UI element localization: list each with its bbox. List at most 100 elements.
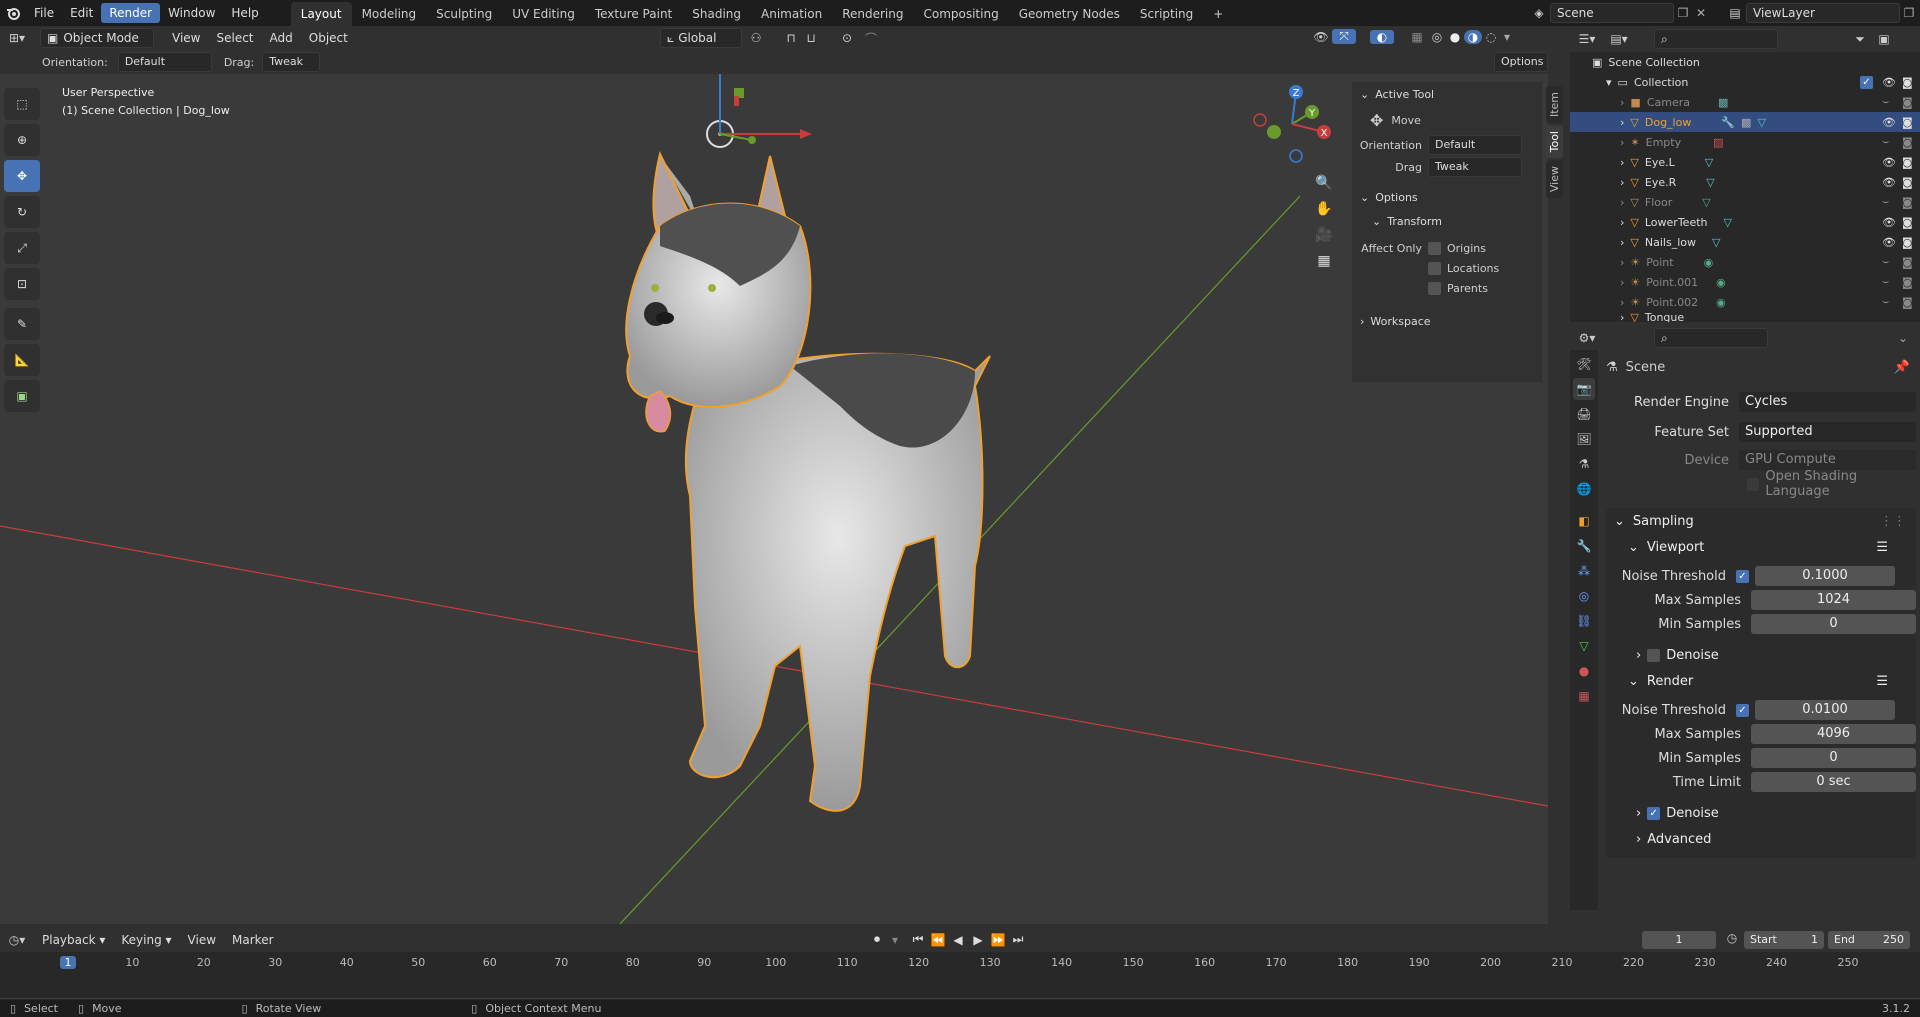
render-subheader[interactable]: ⌄ Render ☰ — [1606, 668, 1916, 694]
particles-tab-icon[interactable]: ⁂ — [1573, 560, 1595, 582]
tab-geometry-nodes[interactable]: Geometry Nodes — [1009, 2, 1130, 26]
tree-row-scene-collection[interactable]: ▣ Scene Collection — [1570, 52, 1920, 72]
material-preview-icon[interactable]: ◑ — [1464, 29, 1482, 44]
eye-closed-icon[interactable]: ⌣ — [1882, 95, 1889, 109]
render-denoise-checkbox[interactable]: ✓ — [1647, 806, 1661, 820]
tree-row-collection[interactable]: ▾ ▭ Collection ✓ 👁 ◙ — [1570, 72, 1920, 92]
camera-render-icon[interactable]: ◙ — [1902, 116, 1913, 129]
eye-icon[interactable]: 👁 — [1882, 116, 1896, 129]
pan-hand-icon[interactable]: ✋ — [1312, 196, 1336, 222]
play-reverse-icon[interactable]: ◀ — [948, 933, 968, 947]
origins-checkbox[interactable] — [1428, 241, 1441, 255]
new-collection-icon[interactable]: ▣ — [1872, 32, 1896, 46]
render-time-limit-field[interactable]: 0 sec — [1751, 772, 1916, 792]
tab-texture-paint[interactable]: Texture Paint — [585, 2, 682, 26]
modifier-tab-icon[interactable]: 🔧 — [1573, 535, 1595, 557]
chevron-down-icon[interactable]: ⌄ — [1898, 331, 1908, 345]
object-tab-icon[interactable]: ◧ — [1573, 510, 1595, 532]
properties-search-input[interactable]: ⌕ — [1654, 328, 1768, 348]
pin-icon[interactable]: 📌 — [1894, 360, 1910, 375]
tab-shading[interactable]: Shading — [682, 2, 751, 26]
transform-tool[interactable]: ⊡ — [4, 268, 40, 300]
tree-row-point[interactable]: › ☀ Point ◉ ⌣ ◙ — [1570, 252, 1920, 272]
eye-closed-icon[interactable]: ⌣ — [1882, 195, 1889, 209]
camera-render-icon[interactable]: ◙ — [1902, 296, 1913, 309]
scale-tool[interactable]: ⤢ — [4, 232, 40, 264]
eye-icon[interactable]: 👁 — [1882, 236, 1896, 249]
feature-set-dropdown[interactable]: Supported — [1739, 422, 1916, 442]
rendered-shading-icon[interactable]: ◌ — [1482, 30, 1500, 44]
dog-model[interactable] — [625, 151, 991, 812]
view-layer-tab-icon[interactable]: 🖼 — [1573, 428, 1595, 450]
current-frame-field[interactable]: 1 — [1642, 931, 1716, 949]
menu-render[interactable]: Render — [101, 3, 161, 23]
mode-dropdown[interactable]: ▣ Object Mode — [40, 28, 154, 48]
menu-marker[interactable]: Marker — [224, 930, 281, 950]
camera-render-icon[interactable]: ◙ — [1902, 276, 1913, 289]
rotate-tool[interactable]: ↻ — [4, 196, 40, 228]
editor-type-icon[interactable]: ☰▾ — [1570, 32, 1604, 46]
frame-end-field[interactable]: End 250 — [1828, 931, 1910, 949]
object-data-tab-icon[interactable]: ▽ — [1573, 635, 1595, 657]
eye-icon[interactable]: 👁 — [1882, 216, 1896, 229]
tree-row-camera[interactable]: › ■ Camera ▩ ⌣ ◙ — [1570, 92, 1920, 112]
tool-drag-dropdown[interactable]: Tweak — [262, 52, 321, 72]
tree-row-floor[interactable]: › ▽ Floor ▽ ⌣ ◙ — [1570, 192, 1920, 212]
jump-keyframe-back-icon[interactable]: ⏪ — [928, 933, 948, 947]
camera-render-icon[interactable]: ◙ — [1902, 196, 1913, 209]
npanel-orientation-dropdown[interactable]: Default — [1428, 135, 1522, 155]
record-options-icon[interactable]: ▾ — [888, 933, 902, 947]
close-icon[interactable]: ✕ — [1692, 6, 1710, 20]
display-mode-icon[interactable]: ▤▾ — [1604, 32, 1634, 46]
jump-start-icon[interactable]: ⏮ — [908, 932, 928, 947]
scene-icon[interactable]: ◈ — [1528, 6, 1550, 20]
eye-icon[interactable]: 👁 — [1882, 76, 1896, 89]
blender-logo-icon[interactable] — [0, 6, 26, 20]
editor-type-icon[interactable]: ⊞▾ — [0, 31, 34, 45]
menu-playback[interactable]: Playback ▾ — [34, 930, 113, 950]
navigation-gizmo[interactable]: Z Y X — [1252, 84, 1332, 164]
render-engine-dropdown[interactable]: Cycles — [1739, 392, 1916, 412]
overlays-toggle-icon[interactable]: ◐ — [1370, 29, 1394, 44]
eye-icon[interactable]: 👁 — [1882, 176, 1896, 189]
preview-range-icon[interactable]: ◷ — [1724, 931, 1740, 945]
menu-add[interactable]: Add — [262, 28, 301, 48]
add-workspace-icon[interactable]: + — [1203, 2, 1233, 26]
copy-icon[interactable]: ❐ — [1900, 6, 1918, 20]
measure-tool[interactable]: 📐 — [4, 344, 40, 376]
jump-end-icon[interactable]: ⏭ — [1008, 932, 1028, 947]
menu-timeline-view[interactable]: View — [180, 930, 224, 950]
sampling-header[interactable]: ⌄ Sampling ⋮⋮ — [1606, 508, 1916, 534]
camera-render-icon[interactable]: ◙ — [1902, 176, 1913, 189]
tab-item[interactable]: Item — [1546, 86, 1563, 124]
menu-file[interactable]: File — [26, 3, 62, 23]
tab-layout[interactable]: Layout — [290, 2, 352, 26]
advanced-subheader[interactable]: › Advanced — [1606, 826, 1916, 852]
tab-scripting[interactable]: Scripting — [1130, 2, 1203, 26]
play-icon[interactable]: ▶ — [968, 933, 988, 947]
falloff-icon[interactable]: ⌒ — [860, 30, 882, 47]
camera-render-icon[interactable]: ◙ — [1902, 236, 1913, 249]
tab-uv-editing[interactable]: UV Editing — [502, 2, 585, 26]
tab-modeling[interactable]: Modeling — [352, 2, 427, 26]
camera-render-icon[interactable]: ◙ — [1902, 156, 1913, 169]
menu-window[interactable]: Window — [160, 3, 223, 23]
scene-name-field[interactable]: Scene — [1550, 3, 1674, 23]
parents-checkbox[interactable] — [1428, 281, 1441, 295]
render-noise-threshold-field[interactable]: 0.0100 — [1755, 700, 1895, 720]
orthographic-grid-icon[interactable]: ▦ — [1312, 248, 1336, 274]
tree-row-point-001[interactable]: › ☀ Point.001 ◉ ⌣ ◙ — [1570, 272, 1920, 292]
osl-checkbox[interactable] — [1747, 477, 1760, 491]
eye-closed-icon[interactable]: ⌣ — [1882, 135, 1889, 149]
menu-view[interactable]: View — [164, 28, 208, 48]
record-icon[interactable]: ⏺ — [866, 932, 888, 947]
tree-row-empty[interactable]: › ✶ Empty ▨ ⌣ ◙ — [1570, 132, 1920, 152]
move-tool[interactable]: ✥ — [4, 160, 40, 192]
camera-render-icon[interactable]: ◙ — [1902, 136, 1913, 149]
drag-handle-icon[interactable]: ⋮⋮ — [1880, 514, 1906, 529]
pivot-point-icon[interactable]: ⚇ — [745, 31, 767, 45]
viewport-subheader[interactable]: ⌄ Viewport ☰ — [1606, 534, 1916, 560]
tab-compositing[interactable]: Compositing — [913, 2, 1008, 26]
timeline-frames[interactable]: 1 10 20 30 40 50 60 70 80 90 100 110 120 130 140 150 160… — [0, 952, 1920, 999]
device-dropdown[interactable]: GPU Compute — [1739, 450, 1916, 470]
